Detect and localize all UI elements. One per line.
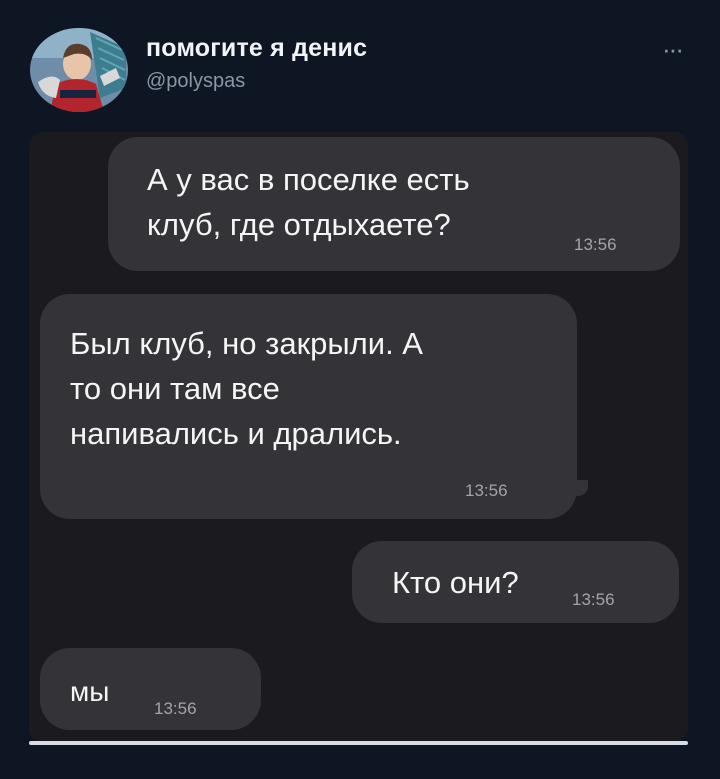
- message-line: клуб, где отдыхаете?: [147, 207, 451, 242]
- message-bubble-outgoing: Кто они? 13:56: [352, 541, 679, 623]
- message-line: Кто они?: [392, 565, 519, 600]
- message-text: мы: [70, 669, 109, 714]
- message-time: 13:56: [465, 481, 508, 500]
- message-text: Кто они?: [392, 560, 519, 605]
- message-bubble-outgoing: А у вас в поселке есть клуб, где отдыхае…: [108, 137, 680, 271]
- avatar-photo: [30, 28, 128, 112]
- message-line: А у вас в поселке есть: [147, 162, 470, 197]
- message-text: А у вас в поселке есть клуб, где отдыхае…: [147, 157, 470, 247]
- message-text: Был клуб, но закрыли. А то они там все н…: [70, 321, 423, 456]
- message-line: то они там все: [70, 371, 280, 406]
- message-time: 13:56: [574, 235, 617, 254]
- display-name[interactable]: помогите я денис: [146, 34, 367, 63]
- user-handle[interactable]: @polyspas: [146, 70, 245, 93]
- avatar[interactable]: [30, 28, 128, 112]
- message-line: напивались и дрались.: [70, 416, 402, 451]
- more-dots-icon[interactable]: ···: [662, 36, 684, 62]
- message-bubble-incoming: Был клуб, но закрыли. А то они там все н…: [40, 294, 588, 519]
- message-time: 13:56: [154, 699, 197, 718]
- message-line: мы: [70, 676, 110, 707]
- media-divider: [29, 741, 688, 745]
- bubble-tail: [572, 480, 588, 496]
- message-bubble-incoming: мы 13:56: [40, 648, 261, 730]
- message-time: 13:56: [572, 590, 615, 609]
- tweet-media-screenshot[interactable]: А у вас в поселке есть клуб, где отдыхае…: [29, 132, 688, 742]
- message-line: Был клуб, но закрыли. А: [70, 326, 423, 361]
- tweet-header: помогите я денис @polyspas ···: [0, 0, 720, 120]
